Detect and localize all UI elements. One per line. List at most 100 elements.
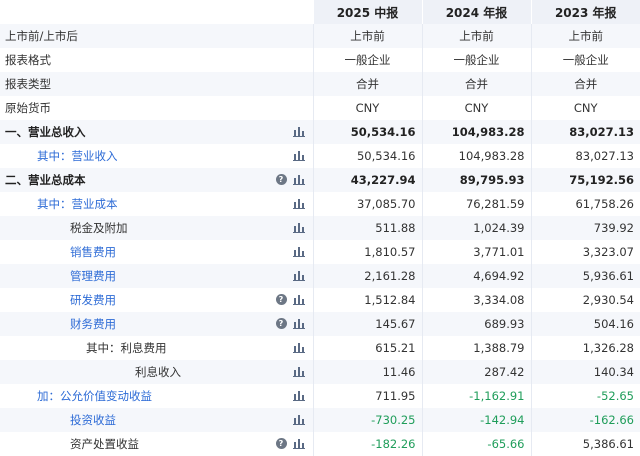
- bar-chart-icon[interactable]: [292, 150, 305, 161]
- value-cell: 83,027.13: [530, 144, 640, 168]
- value-cell: 2,161.28: [312, 264, 422, 288]
- value-cell: 11.46: [312, 360, 422, 384]
- row-label-cell: 一、营业总收入: [0, 120, 313, 144]
- value-cell: 615.21: [312, 336, 422, 360]
- value-cell: 3,771.01: [421, 240, 531, 264]
- value-cell: 5,386.61: [530, 432, 640, 456]
- value-cell: 2,930.54: [530, 288, 640, 312]
- table-row: 税金及附加 511.88 1,024.39 739.92: [0, 216, 640, 240]
- row-label[interactable]: 其中：营业收入: [37, 148, 118, 164]
- value-cell: 711.95: [312, 384, 422, 408]
- row-label[interactable]: 投资收益: [70, 412, 116, 428]
- value-cell: 一般企业: [421, 48, 531, 72]
- bar-chart-icon[interactable]: [292, 294, 305, 305]
- row-label-cell: 报表格式: [0, 48, 313, 72]
- row-label-cell: 其中：营业成本: [0, 192, 313, 216]
- row-label-cell: 其中：营业收入: [0, 144, 313, 168]
- row-label-cell: 报表类型: [0, 72, 313, 96]
- header-period-2025-interim[interactable]: 2025 中报: [312, 0, 422, 24]
- table-row: 二、营业总成本? 43,227.94 89,795.93 75,192.56: [0, 168, 640, 192]
- value-cell: 合并: [312, 72, 422, 96]
- help-icon[interactable]: ?: [275, 174, 287, 185]
- value-cell: 104,983.28: [421, 144, 531, 168]
- header-label-column: [0, 0, 313, 24]
- row-label-cell: 利息收入: [0, 360, 313, 384]
- bar-chart-icon[interactable]: [292, 198, 305, 209]
- row-label: 二、营业总成本: [5, 173, 86, 187]
- row-label: 报表格式: [5, 53, 51, 67]
- header-period-2024-annual[interactable]: 2024 年报: [421, 0, 531, 24]
- value-cell: 1,024.39: [421, 216, 531, 240]
- value-cell: 145.67: [312, 312, 422, 336]
- row-label[interactable]: 财务费用: [70, 316, 116, 332]
- bar-chart-icon[interactable]: [292, 318, 305, 329]
- bar-chart-icon[interactable]: [292, 270, 305, 281]
- value-cell: -162.66: [530, 408, 640, 432]
- row-label: 上市前/上市后: [5, 29, 78, 43]
- bar-chart-icon[interactable]: [292, 390, 305, 401]
- value-cell: 37,085.70: [312, 192, 422, 216]
- value-cell: 3,334.08: [421, 288, 531, 312]
- value-cell: 1,810.57: [312, 240, 422, 264]
- bar-chart-icon[interactable]: [292, 414, 305, 425]
- row-label-cell: 销售费用: [0, 240, 313, 264]
- row-label[interactable]: 加：公允价值变动收益: [37, 388, 152, 404]
- help-icon[interactable]: ?: [275, 318, 287, 329]
- row-label: 原始货币: [5, 101, 51, 115]
- bar-chart-icon[interactable]: [292, 174, 305, 185]
- bar-chart-icon[interactable]: [292, 342, 305, 353]
- table-row: 财务费用? 145.67 689.93 504.16: [0, 312, 640, 336]
- value-cell: -65.66: [421, 432, 531, 456]
- row-label-cell: 加：公允价值变动收益: [0, 384, 313, 408]
- value-cell: 4,694.92: [421, 264, 531, 288]
- value-cell: 504.16: [530, 312, 640, 336]
- value-cell: 89,795.93: [421, 168, 531, 192]
- value-cell: 50,534.16: [312, 120, 422, 144]
- value-cell: CNY: [421, 96, 531, 120]
- bar-chart-icon[interactable]: [292, 126, 305, 137]
- value-cell: 739.92: [530, 216, 640, 240]
- row-label[interactable]: 其中：营业成本: [37, 196, 118, 212]
- value-cell: 61,758.26: [530, 192, 640, 216]
- value-cell: -142.94: [421, 408, 531, 432]
- value-cell: 一般企业: [530, 48, 640, 72]
- table-row: 一、营业总收入 50,534.16 104,983.28 83,027.13: [0, 120, 640, 144]
- table-row: 管理费用 2,161.28 4,694.92 5,936.61: [0, 264, 640, 288]
- table-row: 利息收入 11.46 287.42 140.34: [0, 360, 640, 384]
- row-label[interactable]: 销售费用: [70, 244, 116, 260]
- table-row: 上市前/上市后 上市前 上市前 上市前: [0, 24, 640, 48]
- row-label-cell: 财务费用?: [0, 312, 313, 336]
- value-cell: 5,936.61: [530, 264, 640, 288]
- value-cell: 上市前: [530, 24, 640, 48]
- row-label: 资产处置收益: [70, 437, 139, 451]
- value-cell: 76,281.59: [421, 192, 531, 216]
- value-cell: 43,227.94: [312, 168, 422, 192]
- row-label-cell: 税金及附加: [0, 216, 313, 240]
- bar-chart-icon[interactable]: [292, 246, 305, 257]
- row-label-cell: 投资收益: [0, 408, 313, 432]
- help-icon[interactable]: ?: [275, 294, 287, 305]
- bar-chart-icon[interactable]: [292, 222, 305, 233]
- row-label-cell: 管理费用: [0, 264, 313, 288]
- header-period-2023-annual[interactable]: 2023 年报: [530, 0, 640, 24]
- table-row: 其中：营业收入 50,534.16 104,983.28 83,027.13: [0, 144, 640, 168]
- table-row: 研发费用? 1,512.84 3,334.08 2,930.54: [0, 288, 640, 312]
- table-row: 其中：营业成本 37,085.70 76,281.59 61,758.26: [0, 192, 640, 216]
- bar-chart-icon[interactable]: [292, 366, 305, 377]
- value-cell: 83,027.13: [530, 120, 640, 144]
- value-cell: -730.25: [312, 408, 422, 432]
- row-label[interactable]: 管理费用: [70, 268, 116, 284]
- row-label-cell: 上市前/上市后: [0, 24, 313, 48]
- row-label: 利息收入: [135, 365, 181, 379]
- table-row: 投资收益 -730.25 -142.94 -162.66: [0, 408, 640, 432]
- table-row: 加：公允价值变动收益 711.95 -1,162.91 -52.65: [0, 384, 640, 408]
- help-icon[interactable]: ?: [275, 438, 287, 449]
- row-label[interactable]: 研发费用: [70, 292, 116, 308]
- row-label: 一、营业总收入: [5, 125, 86, 139]
- value-cell: 287.42: [421, 360, 531, 384]
- row-label: 其中：利息费用: [86, 341, 167, 355]
- table-row: 原始货币 CNY CNY CNY: [0, 96, 640, 120]
- value-cell: 3,323.07: [530, 240, 640, 264]
- value-cell: -1,162.91: [421, 384, 531, 408]
- bar-chart-icon[interactable]: [292, 438, 305, 449]
